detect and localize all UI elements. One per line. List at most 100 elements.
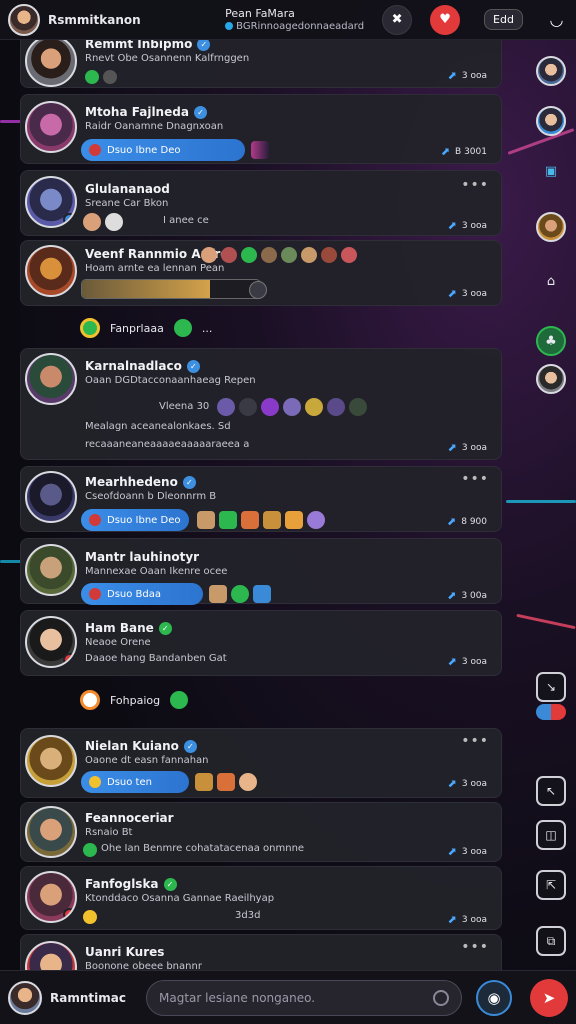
action-pill[interactable]: Dsuo Ibne Deo xyxy=(81,509,189,531)
share-screen-icon[interactable]: ⇱ xyxy=(536,870,566,900)
share-icon[interactable]: ⬈ xyxy=(448,441,457,454)
mini-avatar[interactable] xyxy=(83,843,97,857)
mini-avatar[interactable] xyxy=(105,213,123,231)
share-icon[interactable]: ⬈ xyxy=(447,589,456,602)
share-icon[interactable]: ⬈ xyxy=(448,69,457,82)
thumbnail-icon[interactable] xyxy=(253,585,271,603)
feed-card[interactable]: Uanri Kures Boonone obeee bnannr ••• xyxy=(20,934,502,970)
thumbnail-icon[interactable] xyxy=(209,585,227,603)
thumbnail-icon[interactable] xyxy=(217,773,235,791)
feed-card[interactable]: Mearhhedeno ✓ Cseofdoann b Dleonnrm B Dsu… xyxy=(20,466,502,532)
alert-button[interactable]: ♥ xyxy=(430,4,461,35)
share-icon[interactable]: ⬈ xyxy=(441,145,450,158)
mini-avatar[interactable] xyxy=(327,398,345,416)
section-header[interactable]: Fanprlaaa ... xyxy=(20,316,502,340)
profile-avatar[interactable] xyxy=(8,3,40,36)
thumbnail-icon[interactable] xyxy=(285,511,303,529)
gift-icon[interactable]: ⌂ xyxy=(536,266,566,296)
leaf-icon[interactable]: ♣ xyxy=(536,326,566,356)
mini-avatar[interactable] xyxy=(305,398,323,416)
avatar[interactable] xyxy=(25,616,77,668)
expand-icon[interactable] xyxy=(249,281,267,299)
camera-button[interactable]: ◉ xyxy=(476,979,512,1016)
copy-icon[interactable]: ⧉ xyxy=(536,926,566,956)
feed-card[interactable]: Mantr lauhinotyr Mannexae Oaan Ikenre oc… xyxy=(20,538,502,605)
mini-avatar[interactable] xyxy=(201,247,217,263)
action-pill[interactable]: Dsuo ten xyxy=(81,771,189,793)
send-button[interactable]: ➤ xyxy=(530,978,568,1017)
avatar[interactable] xyxy=(25,245,77,297)
add-friend-button[interactable]: ✖ xyxy=(382,4,413,35)
mini-avatar[interactable] xyxy=(281,247,297,263)
thumbnail-icon[interactable] xyxy=(195,773,213,791)
share-icon[interactable]: ⬈ xyxy=(448,655,457,668)
more-icon[interactable]: ••• xyxy=(461,177,489,193)
video-icon[interactable]: ▣ xyxy=(536,156,566,186)
feed-card[interactable]: Glulananaod Sreane Car Bkon I anee ce ••… xyxy=(20,170,502,236)
avatar[interactable] xyxy=(25,806,77,858)
avatar[interactable] xyxy=(25,176,77,228)
expand-icon[interactable]: ↖ xyxy=(536,776,566,806)
more-icon[interactable]: ••• xyxy=(461,733,489,749)
mini-avatar[interactable] xyxy=(217,398,235,416)
share-icon[interactable]: ⬈ xyxy=(448,219,457,232)
mini-avatar[interactable] xyxy=(301,247,317,263)
avatar[interactable] xyxy=(25,101,77,153)
reaction-icon[interactable] xyxy=(103,70,117,84)
edit-button[interactable]: Edd xyxy=(484,9,523,30)
avatar[interactable] xyxy=(25,941,77,970)
emoji-icon[interactable] xyxy=(83,910,97,924)
feed-card[interactable]: Karnalnadlaco ✓ Oaan DGDtacconaanhaeag Re… xyxy=(20,348,502,460)
thumbnail-icon[interactable] xyxy=(263,511,281,529)
mini-avatar[interactable] xyxy=(83,213,101,231)
feed-card[interactable]: Fanfoglska ✓ Ktonddaco Osanna Gannae Raei… xyxy=(20,866,502,930)
share-icon[interactable]: ⬈ xyxy=(448,777,457,790)
more-icon[interactable]: ••• xyxy=(461,471,489,487)
share-icon[interactable]: ⬈ xyxy=(448,287,457,300)
avatar[interactable] xyxy=(25,353,77,405)
avatar[interactable] xyxy=(25,471,77,523)
composer-avatar[interactable] xyxy=(8,980,42,1015)
message-input[interactable] xyxy=(159,990,419,1005)
share-icon[interactable]: ⬈ xyxy=(447,515,456,528)
mic-button[interactable]: ◡ xyxy=(545,7,568,33)
pin-icon[interactable]: ↘ xyxy=(536,672,566,702)
share-icon[interactable]: ⬈ xyxy=(448,845,457,858)
mini-avatar[interactable] xyxy=(321,247,337,263)
rail-avatar[interactable] xyxy=(536,212,566,242)
feed-card[interactable]: Mtoha Fajlneda ✓ Raidr Oanamne Dnagnxoan … xyxy=(20,94,502,164)
mini-avatar[interactable] xyxy=(349,398,367,416)
mini-avatar[interactable] xyxy=(221,247,237,263)
stack-icon[interactable]: ◫ xyxy=(536,820,566,850)
more-icon[interactable]: ••• xyxy=(461,939,489,955)
feed-card[interactable]: Remmt Inbipmo ✓ Rnevt Obe Osannenn Kalfrn… xyxy=(20,40,502,88)
thumbnail-icon[interactable] xyxy=(219,511,237,529)
rail-avatar[interactable] xyxy=(536,364,566,394)
avatar[interactable] xyxy=(25,871,77,923)
mini-avatar[interactable] xyxy=(239,398,257,416)
section-header[interactable]: Fohpaiog xyxy=(20,688,502,712)
feed-card[interactable]: Veenf Rannmio Anfrd Hoam arnte ea lennan… xyxy=(20,240,502,306)
thumbnail-icon[interactable] xyxy=(241,511,259,529)
avatar[interactable] xyxy=(25,544,77,596)
feed-card[interactable]: Ham Bane ✓ Neaoe Orene Daaoe hang Bandanb… xyxy=(20,610,502,676)
thumbnail-icon[interactable] xyxy=(197,511,215,529)
mini-avatar[interactable] xyxy=(283,398,301,416)
message-field[interactable] xyxy=(146,979,462,1016)
thumbnail-icon[interactable] xyxy=(231,585,249,603)
action-pill[interactable]: Dsuo Ibne Deo xyxy=(81,139,245,161)
mini-avatar[interactable] xyxy=(261,398,279,416)
mini-avatar[interactable] xyxy=(261,247,277,263)
thumbnail-icon[interactable] xyxy=(307,511,325,529)
thumbnail-icon[interactable] xyxy=(251,141,269,159)
action-pill[interactable]: Dsuo Bdaa xyxy=(81,583,203,605)
feed-card[interactable]: Nielan Kuiano ✓ Oaone dt easn fannahan Ds… xyxy=(20,728,502,798)
react-icon[interactable] xyxy=(536,704,566,720)
rail-avatar[interactable] xyxy=(536,56,566,86)
avatar[interactable] xyxy=(25,735,77,787)
thumbnail-icon[interactable] xyxy=(239,773,257,791)
feed-card[interactable]: Feannoceriar Rsnaio Bt Ohe Ian Benmre co… xyxy=(20,802,502,862)
mini-avatar[interactable] xyxy=(241,247,257,263)
clock-icon[interactable] xyxy=(433,989,449,1006)
share-icon[interactable]: ⬈ xyxy=(448,913,457,926)
